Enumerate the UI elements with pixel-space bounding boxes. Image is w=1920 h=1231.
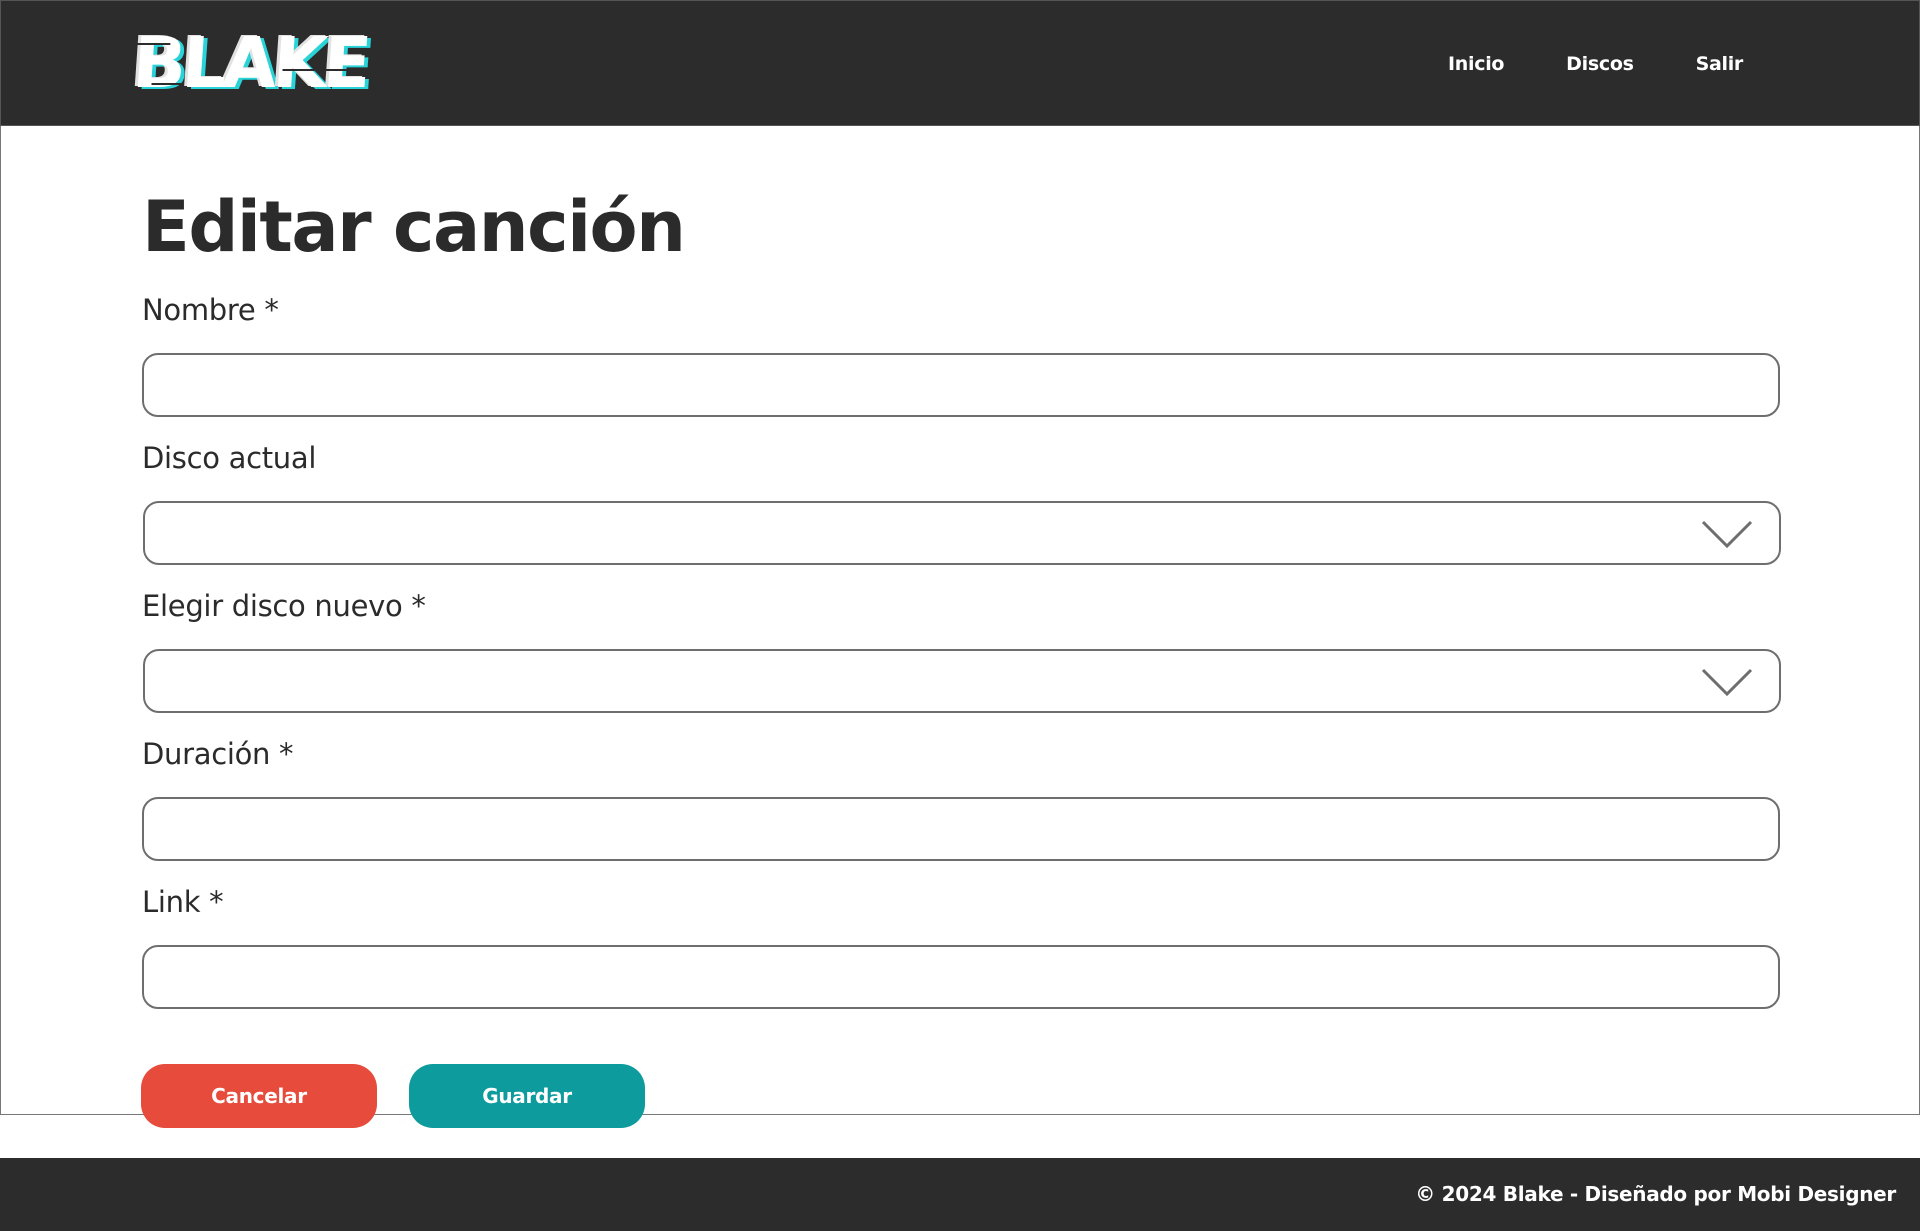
disco-nuevo-label: Elegir disco nuevo * (142, 589, 426, 623)
duracion-input[interactable] (142, 797, 1780, 861)
link-label: Link * (142, 885, 224, 919)
edit-song-form: Editar canción Nombre * Disco actual Ele… (0, 126, 1920, 1115)
link-input[interactable] (142, 945, 1780, 1009)
main-nav: Inicio Discos Salir (1386, 1, 1743, 127)
blake-logo[interactable]: BLAKE BLAKE BLAKE (127, 21, 374, 106)
disco-actual-label: Disco actual (142, 441, 317, 475)
nombre-label: Nombre * (142, 293, 279, 327)
logo-scanline (282, 69, 353, 71)
page: BLAKE BLAKE BLAKE Inicio Discos Salir Ed… (0, 0, 1920, 1231)
nombre-input[interactable] (142, 353, 1780, 417)
save-button[interactable]: Guardar (409, 1064, 645, 1128)
logo-scanline (151, 83, 182, 85)
top-navbar: BLAKE BLAKE BLAKE Inicio Discos Salir (0, 0, 1920, 126)
footer-copyright: © 2024 Blake - Diseñado por Mobi Designe… (1415, 1182, 1896, 1206)
logo-text: BLAKE (130, 22, 371, 104)
nav-link-inicio[interactable]: Inicio (1448, 53, 1504, 75)
page-title: Editar canción (142, 186, 686, 268)
nav-link-discos[interactable]: Discos (1566, 53, 1634, 75)
chevron-down-icon (1701, 520, 1753, 549)
disco-actual-select[interactable] (143, 501, 1781, 565)
footer: © 2024 Blake - Diseñado por Mobi Designe… (0, 1158, 1920, 1231)
duracion-label: Duración * (142, 737, 294, 771)
cancel-button[interactable]: Cancelar (141, 1064, 377, 1128)
chevron-down-icon (1701, 668, 1753, 697)
nav-link-salir[interactable]: Salir (1696, 53, 1744, 75)
disco-nuevo-select[interactable] (143, 649, 1781, 713)
logo-scanline (130, 43, 171, 45)
